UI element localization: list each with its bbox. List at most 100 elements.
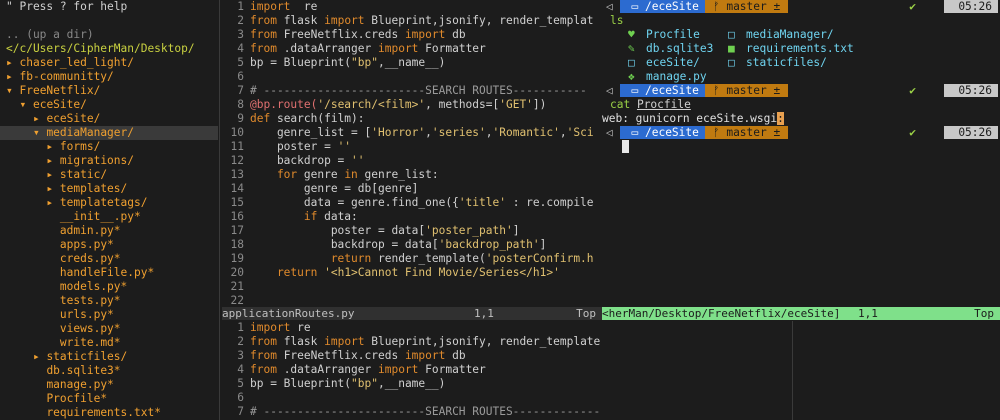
code-line[interactable]: 6 [222,391,602,405]
ls-entry-name: eceSite/ [646,56,700,69]
tree-dir-item[interactable]: ▸ eceSite/ [0,112,218,126]
code-line[interactable]: 5 bp = Blueprint("bp",__name__) [222,377,602,391]
prompt-bar: ◁ ▭ /eceSite ᚠ master ± ✔ 05:26 [602,84,1000,98]
tree-item-label: forms/ [59,140,101,153]
check-icon: ✔ [909,126,916,139]
code-line[interactable]: 4 from .dataArranger import Formatter [222,42,602,56]
status-line-terminal: <herMan/Desktop/FreeNetflix/eceSite] 1,1 T… [602,307,1000,320]
code-line[interactable]: 10 genre_list = ['Horror','series','Roma… [222,126,602,140]
code-line[interactable]: 11 poster = '' [222,140,602,154]
tree-file-item[interactable]: admin.py* [0,224,218,238]
tree-up-dir[interactable]: .. (up a dir) [0,28,218,42]
tree-dir-item[interactable]: ▸ chaser_led_light/ [0,56,218,70]
code-line[interactable]: 2 from flask import Blueprint,jsonify, re… [222,14,602,28]
expand-right-icon: ▸ [46,168,60,181]
code-line[interactable]: 20 return '<h1>Cannot Find Movie/Series<… [222,266,602,280]
code-line[interactable]: 9 def search(film): [222,112,602,126]
tree-file-item[interactable]: creds.py* [0,252,218,266]
code-line[interactable]: 3 from FreeNetflix.creds import db [222,28,602,42]
code-line[interactable]: 1 import re [222,321,602,335]
tree-file-item[interactable]: db.sqlite3* [0,364,218,378]
code-token: ]) [532,98,547,111]
code-token: # ------------------------SEARCH ROUTES-… [250,84,587,97]
tree-item-label: db.sqlite3* [46,364,121,377]
tree-file-item[interactable]: Procfile* [0,392,218,406]
pane-divider[interactable] [219,0,220,420]
code-line[interactable]: 6 [222,70,602,84]
terminal-cursor[interactable] [622,140,629,153]
tree-dir-item[interactable]: ▸ migrations/ [0,154,218,168]
code-line[interactable]: 5 bp = Blueprint("bp",__name__) [222,56,602,70]
tree-dir-item[interactable]: ▸ templatetags/ [0,196,218,210]
tree-root-path[interactable]: </c/Users/CipherMan/Desktop/ [0,42,218,56]
ls-entry-name: requirements.txt [746,42,854,55]
code-token: 'backdrop_path' [438,238,540,251]
code-line[interactable]: 3 from FreeNetflix.creds import db [222,349,602,363]
pane-divider[interactable] [792,321,793,420]
prompt-symbol: ls [610,14,624,27]
code-line[interactable]: 1 import re [222,0,602,14]
ls-entry-name: staticfiles/ [746,56,827,69]
tree-item-label: write.md* [59,336,121,349]
tree-file-item[interactable]: tests.py* [0,294,218,308]
tree-dir-item[interactable]: ▾ FreeNetflix/ [0,84,218,98]
tree-item-label: templates/ [59,182,128,195]
file-tree[interactable]: " Press ? for help .. (up a dir) </c/Use… [0,0,218,420]
code-line[interactable]: 7 # ------------------------SEARCH ROUTES… [222,84,602,98]
code-token: 'series' [431,126,486,139]
line-number: 22 [230,294,244,307]
code-line[interactable]: 2 from flask import Blueprint,jsonify, re… [222,335,602,349]
tree-file-item[interactable]: models.py* [0,280,218,294]
editor-top[interactable]: 1 import re 2 from flask import Blueprint,j… [222,0,602,308]
code-token: 'Romantic' [492,126,560,139]
status-scroll: Top [576,307,596,320]
code-token: 'Horror' [371,126,426,139]
code-line[interactable]: 8 @bp.route('/search/<film>', methods=['G… [222,98,602,112]
code-line[interactable]: 17 poster = data['poster_path'] [222,224,602,238]
code-line[interactable]: 13 for genre in genre_list: [222,168,602,182]
line-number: 20 [230,266,244,279]
tree-dir-item[interactable]: ▸ staticfiles/ [0,350,218,364]
tree-file-item[interactable]: requirements.txt* [0,406,218,420]
folder-icon: □ [728,28,735,41]
code-token: .dataArranger [276,363,378,376]
tree-item-label: manage.py* [46,378,114,391]
code-line[interactable]: 4 from .dataArranger import Formatter [222,363,602,377]
editor-bottom[interactable]: 1 import re 2 from flask import Blueprint,j… [222,321,602,420]
tree-file-item[interactable]: urls.py* [0,308,218,322]
code-line[interactable]: 18 backdrop = data['backdrop_path'] [222,238,602,252]
line-number: 3 [237,349,244,362]
code-token: from [250,363,277,376]
tree-dir-item[interactable]: ▸ static/ [0,168,218,182]
tree-dir-item[interactable]: ▸ templates/ [0,182,218,196]
tree-dir-item[interactable]: ▾ eceSite/ [0,98,218,112]
code-line[interactable]: 12 backdrop = '' [222,154,602,168]
code-line[interactable]: 19 return render_template('posterConfirm… [222,252,602,266]
tree-item-label: chaser_led_light/ [19,56,134,69]
code-line[interactable]: 21 [222,280,602,294]
code-token: 'Sci [566,126,594,139]
tree-dir-item[interactable]: ▸ forms/ [0,140,218,154]
tree-file-item[interactable]: __init__.py* [0,210,218,224]
tree-file-item[interactable]: views.py* [0,322,218,336]
prompt-dir: ▭ /eceSite [619,84,705,97]
code-token: import [250,0,291,13]
code-token: import [324,335,365,348]
expand-right-icon: ▸ [32,112,47,125]
code-line[interactable]: 14 genre = db[genre] [222,182,602,196]
line-number: 9 [237,112,244,125]
tree-file-item[interactable]: manage.py* [0,378,218,392]
code-line[interactable]: 16 if data: [222,210,602,224]
tree-dir-item[interactable]: ▸ fb-communitty/ [0,70,218,84]
tree-dir-item[interactable]: ▾ mediaManager/ [0,126,218,140]
code-token: : re.compile [505,196,594,209]
terminal-pane[interactable]: ◁ ▭ /eceSite ᚠ master ± ✔ 05:26 ls ♥ Procf… [602,0,1000,306]
code-line[interactable]: 15 data = genre.find_one({'title' : re.c… [222,196,602,210]
tree-file-item[interactable]: handleFile.py* [0,266,218,280]
code-line[interactable]: 7 # ------------------------SEARCH ROUTES… [222,405,602,419]
tree-file-item[interactable]: apps.py* [0,238,218,252]
line-number: 5 [237,377,244,390]
code-line[interactable]: 22 [222,294,602,308]
tree-file-item[interactable]: write.md* [0,336,218,350]
code-token: import [324,14,365,27]
